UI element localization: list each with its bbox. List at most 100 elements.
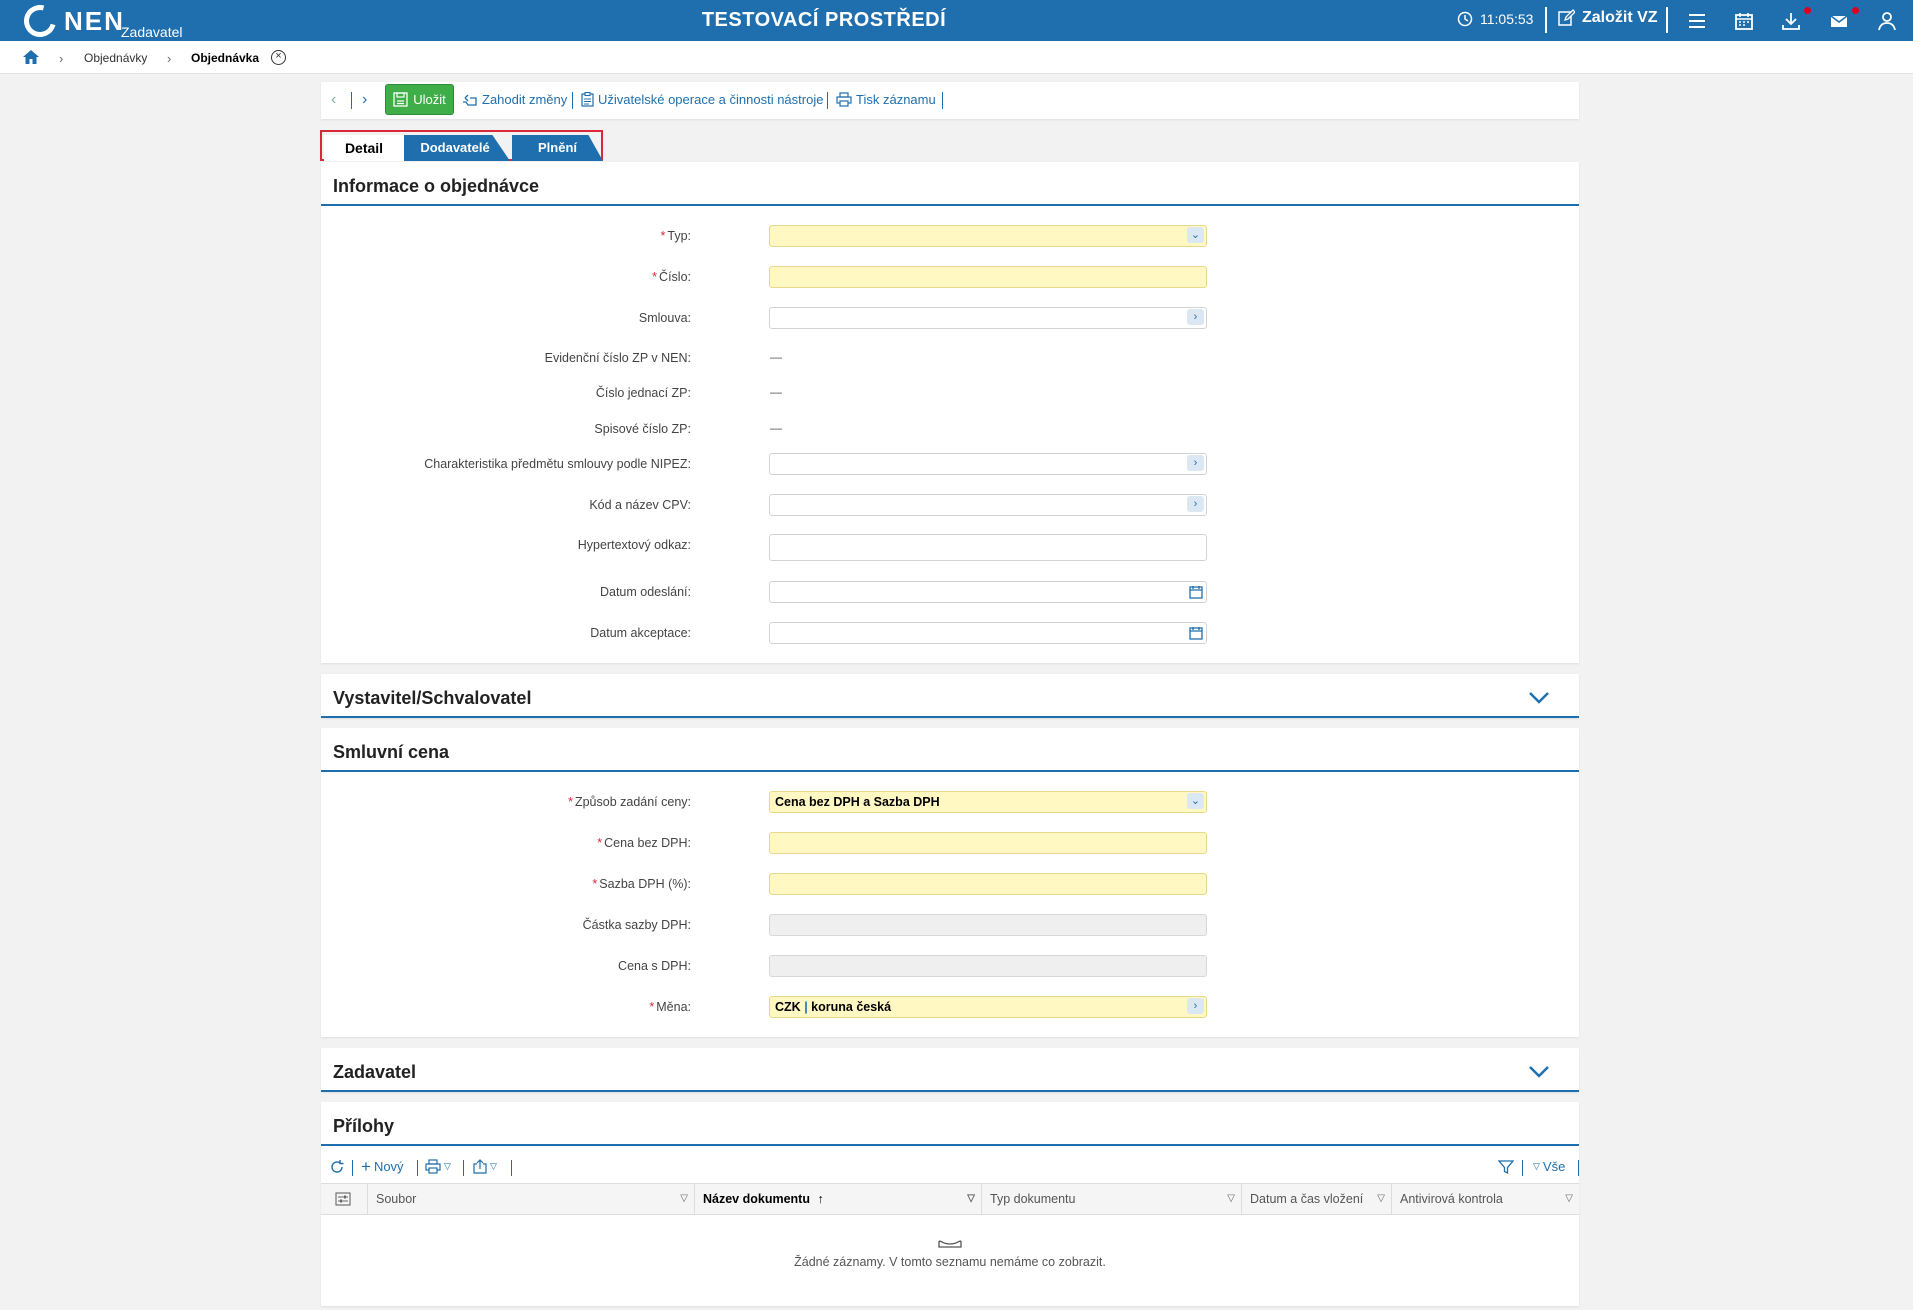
odeslani-label: Datum odeslání: (599, 585, 691, 599)
refresh-icon[interactable] (329, 1159, 345, 1175)
zpusob-select[interactable]: Cena bez DPH a Sazba DPH (769, 791, 1207, 813)
smlouva-picker[interactable] (769, 307, 1207, 329)
column-filter-icon[interactable]: ▽ (680, 1184, 688, 1214)
mena-name: koruna česká (811, 1000, 892, 1014)
s-dph-field (769, 955, 1207, 977)
mail-notification-dot (1852, 7, 1859, 14)
dropdown-arrow-icon: ▽ (1533, 1161, 1540, 1171)
discard-changes-button[interactable]: Zahodit změny (462, 92, 567, 107)
info-panel: Informace o objednávce * Typ: ⌄ * Číslo: S… (321, 162, 1579, 663)
cena-panel-title: Smluvní cena (333, 742, 450, 762)
next-record-icon[interactable]: › (362, 91, 367, 109)
column-antivirova-kontrola[interactable]: Antivirová kontrola ▽ (1392, 1184, 1579, 1214)
prilohy-panel-title: Přílohy (333, 1116, 395, 1136)
print-record-button[interactable]: Tisk záznamu (836, 92, 936, 107)
tab-dodavatele[interactable]: Dodavatelé (400, 135, 510, 161)
breadcrumb-objednavky[interactable]: Objednávky (84, 51, 147, 65)
vystavitel-panel-header[interactable]: Vystavitel/Schvalovatel (321, 674, 1579, 718)
printer-icon (425, 1159, 441, 1174)
edit-icon (1558, 9, 1575, 26)
akceptace-label: Datum akceptace: (590, 626, 691, 640)
view-all-label: Vše (1542, 1159, 1566, 1174)
chevron-down-icon[interactable]: ⌄ (1187, 793, 1204, 809)
save-label: Uložit (413, 92, 446, 107)
calendar-icon[interactable] (1733, 10, 1755, 32)
column-soubor-label: Soubor (376, 1192, 417, 1206)
tab-plneni[interactable]: Plnění (512, 135, 603, 161)
cislo-input[interactable] (769, 266, 1207, 288)
nipez-picker[interactable] (769, 453, 1207, 475)
column-filter-icon[interactable]: ▽ (1565, 1184, 1573, 1214)
attachments-toolbar: + Nový ▽ ▽ ▽ Vše (321, 1154, 1579, 1180)
vystavitel-panel[interactable]: Vystavitel/Schvalovatel (321, 674, 1579, 718)
chevron-right-icon[interactable]: › (1187, 309, 1204, 325)
menu-icon[interactable] (1686, 10, 1708, 32)
mena-separator: | (804, 1000, 808, 1014)
save-icon (393, 92, 408, 107)
typ-select[interactable] (769, 225, 1207, 247)
toolbar-divider (827, 92, 828, 109)
save-button[interactable]: Uložit (385, 84, 454, 115)
user-icon[interactable] (1876, 10, 1898, 32)
jednaci-row: Číslo jednací ZP: — (321, 382, 1579, 406)
column-nazev-label: Název dokumentu (703, 1192, 810, 1206)
attachments-table-header: Soubor ▽ Název dokumentu ↑ ▽ Typ dokumen… (321, 1183, 1579, 1215)
zalozit-vz-button[interactable]: Založit VZ (1557, 9, 1658, 27)
column-filter-icon[interactable]: ▽ (1377, 1184, 1385, 1214)
close-icon[interactable]: × (271, 50, 286, 65)
chevron-down-icon[interactable]: ⌄ (1187, 227, 1204, 243)
bez-dph-input[interactable] (769, 832, 1207, 854)
evidencni-row: Evidenční číslo ZP v NEN: — (321, 347, 1579, 371)
filter-icon[interactable] (1498, 1159, 1514, 1175)
odkaz-input[interactable] (769, 534, 1207, 561)
column-settings-button[interactable] (321, 1184, 368, 1214)
chevron-down-icon[interactable] (1527, 1059, 1551, 1083)
user-operations-button[interactable]: Uživatelské operace a činnosti nástroje (581, 92, 823, 107)
column-soubor[interactable]: Soubor ▽ (368, 1184, 695, 1214)
discard-label: Zahodit změny (482, 92, 568, 107)
sazba-input[interactable] (769, 873, 1207, 895)
column-nazev-dokumentu[interactable]: Název dokumentu ↑ ▽ (695, 1184, 982, 1214)
export-dropdown-button[interactable]: ▽ (473, 1159, 497, 1174)
column-datum-vlozeni[interactable]: Datum a čas vložení ▽ (1242, 1184, 1392, 1214)
column-filter-icon[interactable]: ▽ (1227, 1184, 1235, 1214)
topbar-divider (1545, 7, 1547, 33)
info-panel-header: Informace o objednávce (321, 162, 1579, 206)
toolbar-divider (1578, 1160, 1579, 1176)
sort-ascending-icon: ↑ (817, 1192, 824, 1206)
print-dropdown-button[interactable]: ▽ (425, 1159, 451, 1174)
previous-record-icon[interactable]: ‹ (331, 91, 336, 109)
dropdown-arrow-icon: ▽ (444, 1161, 451, 1171)
odkaz-row: Hypertextový odkaz: (321, 534, 1579, 561)
zadavatel-panel[interactable]: Zadavatel (321, 1048, 1579, 1092)
column-typ-dokumentu[interactable]: Typ dokumentu ▽ (982, 1184, 1242, 1214)
column-filter-icon[interactable]: ▽ (967, 1184, 975, 1214)
tab-detail[interactable]: Detail (324, 135, 404, 161)
chevron-right-icon[interactable]: › (1187, 455, 1204, 471)
undo-icon (463, 94, 477, 106)
clock-time: 11:05:53 (1480, 11, 1534, 27)
clipboard-icon (581, 92, 594, 107)
chevron-right-icon[interactable]: › (1187, 998, 1204, 1014)
akceptace-date-input[interactable] (769, 622, 1207, 644)
chevron-right-icon[interactable]: › (1187, 496, 1204, 512)
new-attachment-label: Nový (373, 1159, 404, 1174)
home-icon[interactable] (22, 48, 40, 66)
calendar-icon[interactable] (1189, 626, 1203, 640)
sazba-row: * Sazba DPH (%): (321, 873, 1579, 897)
download-icon[interactable] (1780, 10, 1802, 32)
new-attachment-button[interactable]: + Nový (361, 1158, 404, 1175)
mail-icon[interactable] (1828, 10, 1850, 32)
calendar-icon[interactable] (1189, 585, 1203, 599)
chevron-down-icon[interactable] (1527, 685, 1551, 709)
mena-picker[interactable]: CZK | koruna česká (769, 996, 1207, 1018)
view-all-dropdown[interactable]: ▽ Vše (1533, 1159, 1565, 1174)
odeslani-date-input[interactable] (769, 581, 1207, 603)
bez-dph-row: * Cena bez DPH: (321, 832, 1579, 856)
cpv-picker[interactable] (769, 494, 1207, 516)
castka-label: Částka sazby DPH: (582, 918, 691, 932)
zadavatel-panel-header[interactable]: Zadavatel (321, 1048, 1579, 1092)
mena-label: * Měna: (649, 1000, 691, 1014)
castka-field (769, 914, 1207, 936)
cpv-row: Kód a název CPV: › (321, 494, 1579, 518)
